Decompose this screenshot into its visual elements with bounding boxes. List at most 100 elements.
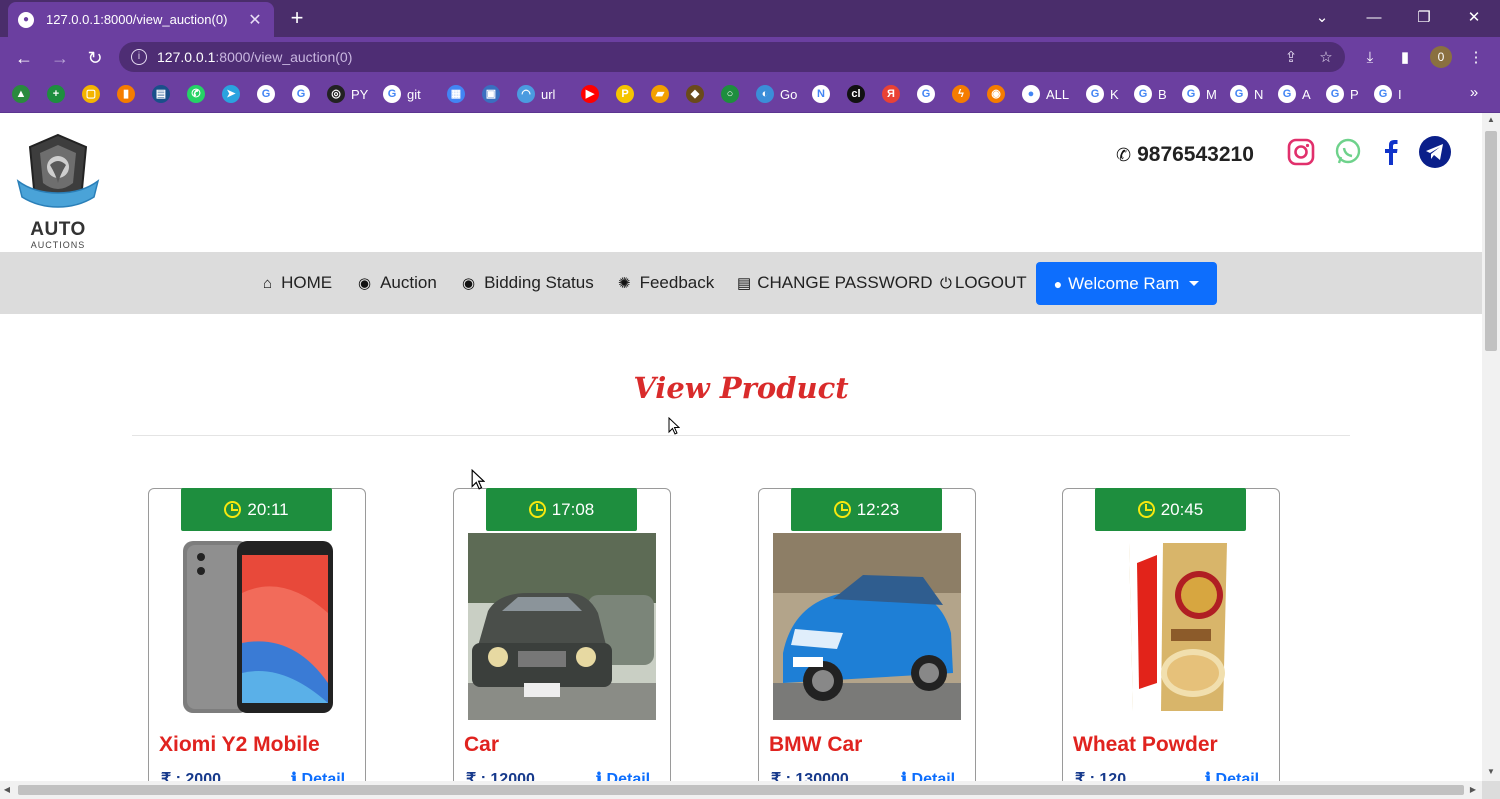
timer-value: 12:23 (856, 499, 900, 519)
bookmark-item[interactable]: GB (1134, 84, 1167, 104)
bookmark-item[interactable]: ▲ (12, 84, 30, 104)
clock-icon (1137, 501, 1155, 518)
telegram-icon[interactable] (1418, 135, 1452, 169)
detail-link[interactable]: ℹ Detail (291, 769, 345, 781)
instagram-icon[interactable] (1284, 135, 1318, 169)
bookmark-item[interactable]: ◉ (987, 84, 1005, 104)
nav-feedback[interactable]: ✺ Feedback (618, 262, 714, 304)
scroll-down-icon[interactable]: ▼ (1482, 765, 1500, 779)
reload-button[interactable]: ↻ (81, 44, 109, 72)
contact-phone[interactable]: ✆ 9876543210 (1116, 143, 1254, 167)
bookmark-item[interactable]: ▢ (82, 84, 100, 104)
detail-link[interactable]: ℹ Detail (901, 769, 955, 781)
bookmark-item[interactable]: GP (1326, 84, 1359, 104)
bookmark-item[interactable]: ➤ (222, 84, 240, 104)
cl-icon: cl (847, 85, 865, 103)
site-info-icon[interactable]: i (131, 49, 147, 65)
nav-home[interactable]: ⌂ HOME (263, 262, 332, 304)
bookmark-item[interactable]: ▮ (117, 84, 135, 104)
product-card[interactable]: 12:23 BMW Car ₹ : 130000 ℹ Detail (758, 488, 976, 781)
bookmark-item[interactable]: cl (847, 84, 865, 104)
nav-change-password[interactable]: ▤ CHANGE PASSWORD (737, 262, 933, 304)
bookmark-item[interactable]: GN (1230, 84, 1263, 104)
side-panel-icon[interactable]: ▮ (1394, 47, 1416, 69)
back-button[interactable]: ← (10, 44, 38, 72)
scroll-left-icon[interactable]: ◀ (0, 781, 14, 799)
bookmark-item[interactable]: Ggit (383, 84, 421, 104)
bookmark-item[interactable]: ▰ (651, 84, 669, 104)
bookmark-item[interactable]: G (292, 84, 310, 104)
bookmark-item[interactable]: G (257, 84, 275, 104)
user-dropdown-button[interactable]: ● Welcome Ram (1036, 262, 1217, 305)
clock-icon (224, 501, 242, 518)
bookmark-label: Go (780, 86, 798, 102)
p-icon: P (616, 85, 634, 103)
new-tab-button[interactable]: + (284, 5, 310, 31)
bookmark-star-icon[interactable]: ☆ (1315, 47, 1337, 69)
product-card[interactable]: 17:08 Car ₹ : 12000 ℹ Detail (453, 488, 671, 781)
vertical-scroll-thumb[interactable] (1485, 131, 1497, 351)
bookmark-item[interactable]: ▤ (152, 84, 170, 104)
wifi-icon: ◠ (517, 85, 535, 103)
minimize-button[interactable]: — (1350, 0, 1398, 34)
restore-button[interactable]: ❐ (1400, 0, 1448, 34)
close-tab-icon[interactable]: ✕ (246, 10, 264, 30)
nav-logout[interactable]: ⏻ LOGOUT (940, 262, 1027, 304)
globe-icon: ● (1022, 85, 1040, 103)
tab-search-icon[interactable]: ⌄ (1298, 0, 1346, 34)
bookmark-item[interactable]: N (812, 84, 830, 104)
product-card[interactable]: 20:45 Wheat Powder ₹ : 120 ℹ Detail (1062, 488, 1280, 781)
bookmark-item[interactable]: ✆ (187, 84, 205, 104)
bookmark-item[interactable]: ◐ Go (756, 84, 797, 104)
bookmark-item[interactable]: ◎ PY (327, 84, 368, 104)
bookmark-item[interactable]: ◠ url (517, 84, 555, 104)
profile-avatar[interactable]: 0 (1430, 46, 1452, 68)
vertical-scrollbar[interactable]: ▲ ▼ (1482, 113, 1500, 781)
bookmark-item[interactable]: ● ALL (1022, 84, 1069, 104)
bookmark-item[interactable]: ▣ (482, 84, 500, 104)
aperture-icon: ✺ (618, 275, 631, 292)
browser-tab[interactable]: ● 127.0.0.1:8000/view_auction(0) ✕ (8, 2, 274, 37)
product-image[interactable] (773, 533, 961, 720)
bookmark-item[interactable]: G (917, 84, 935, 104)
nav-bidding-status[interactable]: ◉ Bidding Status (462, 262, 594, 304)
scroll-up-icon[interactable]: ▲ (1482, 113, 1500, 127)
product-image[interactable] (468, 533, 656, 720)
bookmark-item[interactable]: GM (1182, 84, 1217, 104)
facebook-icon[interactable] (1374, 135, 1408, 169)
menu-kebab-icon[interactable]: ⋮ (1465, 47, 1487, 69)
bookmark-item[interactable]: ○ (721, 84, 739, 104)
bookmark-item[interactable]: ϟ (952, 84, 970, 104)
bookmark-item[interactable]: GA (1278, 84, 1311, 104)
more-bookmarks-icon[interactable]: » (1463, 82, 1485, 104)
whatsapp-icon[interactable] (1331, 135, 1365, 169)
bookmark-item[interactable]: + (47, 84, 65, 104)
address-bar[interactable]: i 127.0.0.1:8000/view_auction(0) (119, 42, 1345, 72)
bookmark-item[interactable]: GK (1086, 84, 1119, 104)
bookmark-item[interactable]: ▶ (581, 84, 599, 104)
product-card[interactable]: 20:11 Xiomi Y2 Mobile ₹ : 2000 ℹ Detail (148, 488, 366, 781)
bookmark-item[interactable]: GI (1374, 84, 1402, 104)
bookmark-item[interactable]: ◆ (686, 84, 704, 104)
product-image[interactable] (163, 533, 351, 720)
countdown-badge: 20:11 (181, 488, 332, 531)
detail-label: Detail (606, 771, 651, 781)
timer-value: 20:11 (247, 499, 289, 519)
close-window-button[interactable]: ✕ (1450, 0, 1498, 34)
bookmark-item[interactable]: Я (882, 84, 900, 104)
nav-auction[interactable]: ◉ Auction (358, 262, 437, 304)
detail-link[interactable]: ℹ Detail (1205, 769, 1259, 781)
site-logo[interactable]: AUTO AUCTIONS (14, 131, 102, 250)
forward-button[interactable]: → (46, 44, 74, 72)
product-image[interactable] (1077, 533, 1265, 720)
bookmark-item[interactable]: P (616, 84, 634, 104)
nav-bidding-status-label: Bidding Status (484, 273, 594, 292)
scroll-right-icon[interactable]: ▶ (1466, 781, 1480, 799)
share-icon[interactable]: ⇪ (1280, 47, 1302, 69)
bookmark-item[interactable]: ▦ (447, 84, 465, 104)
youtube-icon: ▶ (581, 85, 599, 103)
detail-link[interactable]: ℹ Detail (596, 769, 650, 781)
horizontal-scrollbar[interactable]: ◀ ▶ (0, 781, 1482, 799)
horizontal-scroll-thumb[interactable] (18, 785, 1464, 795)
download-icon[interactable]: ⤓ (1359, 47, 1381, 69)
